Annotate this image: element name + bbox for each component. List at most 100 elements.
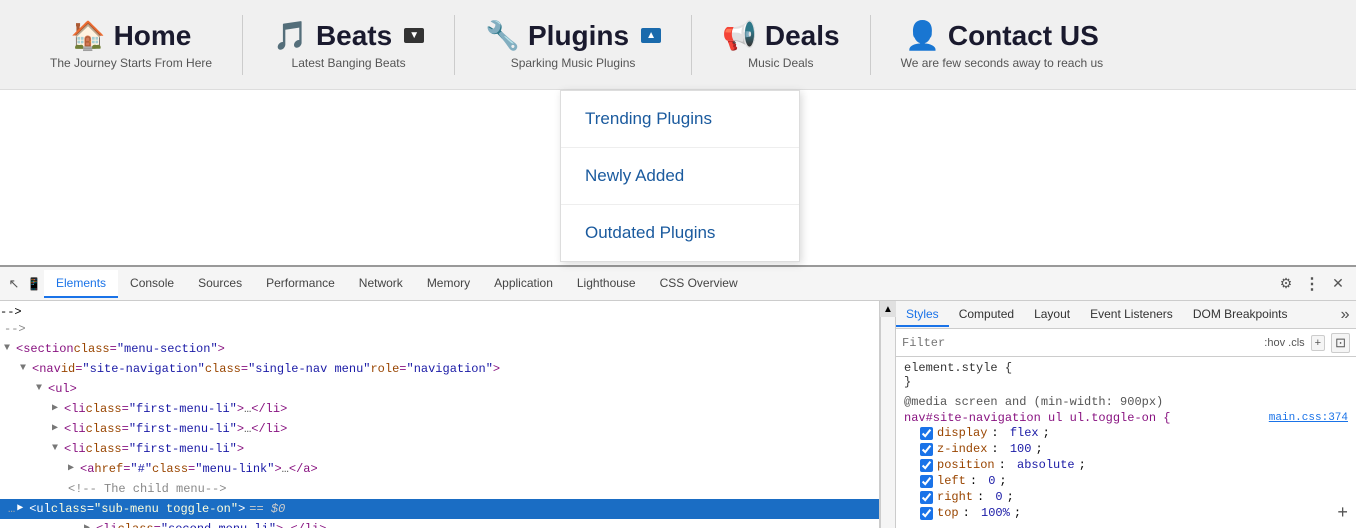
styles-content: element.style { } @media screen and (min…: [896, 357, 1356, 528]
filter-cls-btn[interactable]: +: [1311, 335, 1325, 351]
html-line-ul[interactable]: ▼ <ul>: [0, 379, 879, 399]
css-selector[interactable]: nav#site-navigation ul ul.toggle-on { ma…: [904, 411, 1348, 425]
styles-tab-dom-breakpoints[interactable]: DOM Breakpoints: [1183, 303, 1298, 327]
nav-item-home[interactable]: 🏠 Home The Journey Starts From Here: [20, 0, 242, 89]
devtools-mobile-icon[interactable]: 📱: [24, 274, 44, 294]
nav-item-beats[interactable]: 🎵 Beats ▼ Latest Banging Beats: [243, 0, 454, 89]
prop-name-position: position: [937, 458, 995, 472]
source-link[interactable]: main.css:374: [1269, 412, 1348, 424]
devtools-panel: ↖ 📱 Elements Console Sources Performance…: [0, 265, 1356, 528]
html-line-section[interactable]: ▼ <section class="menu-section">: [0, 339, 879, 359]
devtools-settings-icon[interactable]: ⚙: [1276, 274, 1296, 294]
selector-text: nav#site-navigation ul ul.toggle-on {: [904, 411, 1170, 425]
beats-icon: 🎵: [273, 19, 308, 52]
devtools-tabs-bar: ↖ 📱 Elements Console Sources Performance…: [0, 267, 1356, 301]
home-label: Home: [114, 20, 192, 52]
html-line-sml1[interactable]: ▶ <li class="second-menu-li">…</li>: [0, 519, 879, 528]
media-query-label: @media screen and (min-width: 900px): [904, 395, 1348, 409]
nav-item-deals[interactable]: 📢 Deals Music Deals: [692, 0, 870, 89]
styles-tab-layout[interactable]: Layout: [1024, 303, 1080, 327]
checkbox-display[interactable]: [920, 427, 933, 440]
prop-val-left: 0: [988, 474, 995, 488]
plugins-label: Plugins: [528, 20, 629, 52]
style-prop-top: top: 100%;: [904, 505, 1348, 521]
style-prop-zindex: z-index: 100;: [904, 441, 1348, 457]
nav-item-contact[interactable]: 👤 Contact US We are few seconds away to …: [871, 0, 1134, 89]
contact-icon: 👤: [905, 19, 940, 52]
html-line-nav[interactable]: ▼ <nav id="site-navigation" class="singl…: [0, 359, 879, 379]
prop-val-right: 0: [995, 490, 1002, 504]
devtools-vertical-dots-icon[interactable]: ⋮: [1302, 274, 1322, 294]
scroll-up-btn[interactable]: ▲: [880, 301, 896, 317]
tab-network[interactable]: Network: [347, 270, 415, 298]
checkbox-top[interactable]: [920, 507, 933, 520]
filter-expand-btn[interactable]: ⊡: [1331, 333, 1350, 353]
html-line-li3[interactable]: ▼ <li class="first-menu-li">: [0, 439, 879, 459]
prop-val-zindex: 100: [1010, 442, 1032, 456]
dropdown-item-newly-added[interactable]: Newly Added: [561, 148, 799, 205]
beats-label: Beats: [316, 20, 392, 52]
add-new-style-btn[interactable]: +: [1337, 504, 1348, 524]
tab-console[interactable]: Console: [118, 270, 186, 298]
media-query-block: @media screen and (min-width: 900px) nav…: [904, 395, 1348, 521]
element-style-close: }: [904, 375, 1348, 389]
prop-name-display: display: [937, 426, 987, 440]
tab-lighthouse[interactable]: Lighthouse: [565, 270, 648, 298]
home-subtitle: The Journey Starts From Here: [50, 56, 212, 70]
tab-elements[interactable]: Elements: [44, 270, 118, 298]
styles-tab-more[interactable]: »: [1334, 306, 1356, 324]
devtools-close-icon[interactable]: ✕: [1328, 274, 1348, 294]
style-prop-left: left: 0;: [904, 473, 1348, 489]
style-prop-position: position: absolute;: [904, 457, 1348, 473]
prop-val-top: 100%: [981, 506, 1010, 520]
checkbox-right[interactable]: [920, 491, 933, 504]
contact-label: Contact US: [948, 20, 1099, 52]
contact-subtitle: We are few seconds away to reach us: [901, 56, 1104, 70]
styles-tab-computed[interactable]: Computed: [949, 303, 1024, 327]
plugins-dropdown-arrow[interactable]: ▲: [641, 28, 661, 43]
tab-css-overview[interactable]: CSS Overview: [648, 270, 750, 298]
scroll-divider: ▲: [880, 301, 896, 528]
style-prop-display: display: flex;: [904, 425, 1348, 441]
element-style-block: element.style { }: [904, 361, 1348, 389]
dropdown-item-outdated[interactable]: Outdated Plugins: [561, 205, 799, 261]
styles-panel: Styles Computed Layout Event Listeners D…: [896, 301, 1356, 528]
beats-dropdown-arrow[interactable]: ▼: [404, 28, 424, 43]
style-prop-right: right: 0;: [904, 489, 1348, 505]
deals-subtitle: Music Deals: [748, 56, 813, 70]
tab-memory[interactable]: Memory: [415, 270, 482, 298]
prop-val-display: flex: [1010, 426, 1039, 440]
styles-filter-input[interactable]: [902, 336, 1258, 350]
beats-subtitle: Latest Banging Beats: [292, 56, 406, 70]
tab-performance[interactable]: Performance: [254, 270, 347, 298]
dropdown-item-trending[interactable]: Trending Plugins: [561, 91, 799, 148]
styles-tab-styles[interactable]: Styles: [896, 303, 949, 327]
html-line-li2[interactable]: ▶ <li class="first-menu-li">…</li>: [0, 419, 879, 439]
nav-item-plugins[interactable]: 🔧 Plugins ▲ Sparking Music Plugins: [455, 0, 691, 89]
html-line-li1[interactable]: ▶ <li class="first-menu-li">…</li>: [0, 399, 879, 419]
tab-sources[interactable]: Sources: [186, 270, 254, 298]
devtools-pointer-icon[interactable]: ↖: [4, 274, 24, 294]
prop-name-top: top: [937, 506, 959, 520]
styles-tab-event-listeners[interactable]: Event Listeners: [1080, 303, 1183, 327]
styles-filter-bar: :hov .cls + ⊡: [896, 329, 1356, 357]
deals-label: Deals: [765, 20, 840, 52]
nav-bar: 🏠 Home The Journey Starts From Here 🎵 Be…: [0, 0, 1356, 90]
plugins-subtitle: Sparking Music Plugins: [511, 56, 636, 70]
tab-application[interactable]: Application: [482, 270, 565, 298]
prop-name-right: right: [937, 490, 973, 504]
checkbox-left[interactable]: [920, 475, 933, 488]
html-panel: --> --> ▼ <section class="menu-section">…: [0, 301, 880, 528]
element-style-label: element.style {: [904, 361, 1348, 375]
deals-icon: 📢: [722, 19, 757, 52]
checkbox-position[interactable]: [920, 459, 933, 472]
html-line-submenu[interactable]: … ▶ <ul class="sub-menu toggle-on"> == $…: [0, 499, 879, 519]
checkbox-zindex[interactable]: [920, 443, 933, 456]
plugins-icon: 🔧: [485, 19, 520, 52]
plugins-dropdown-menu: Trending Plugins Newly Added Outdated Pl…: [560, 90, 800, 262]
html-line-comment: -->: [0, 319, 879, 339]
filter-pseudo-label[interactable]: :hov .cls: [1264, 337, 1304, 349]
prop-name-zindex: z-index: [937, 442, 987, 456]
prop-name-left: left: [937, 474, 966, 488]
html-line-a[interactable]: ▶ <a href="#" class="menu-link">…</a>: [0, 459, 879, 479]
